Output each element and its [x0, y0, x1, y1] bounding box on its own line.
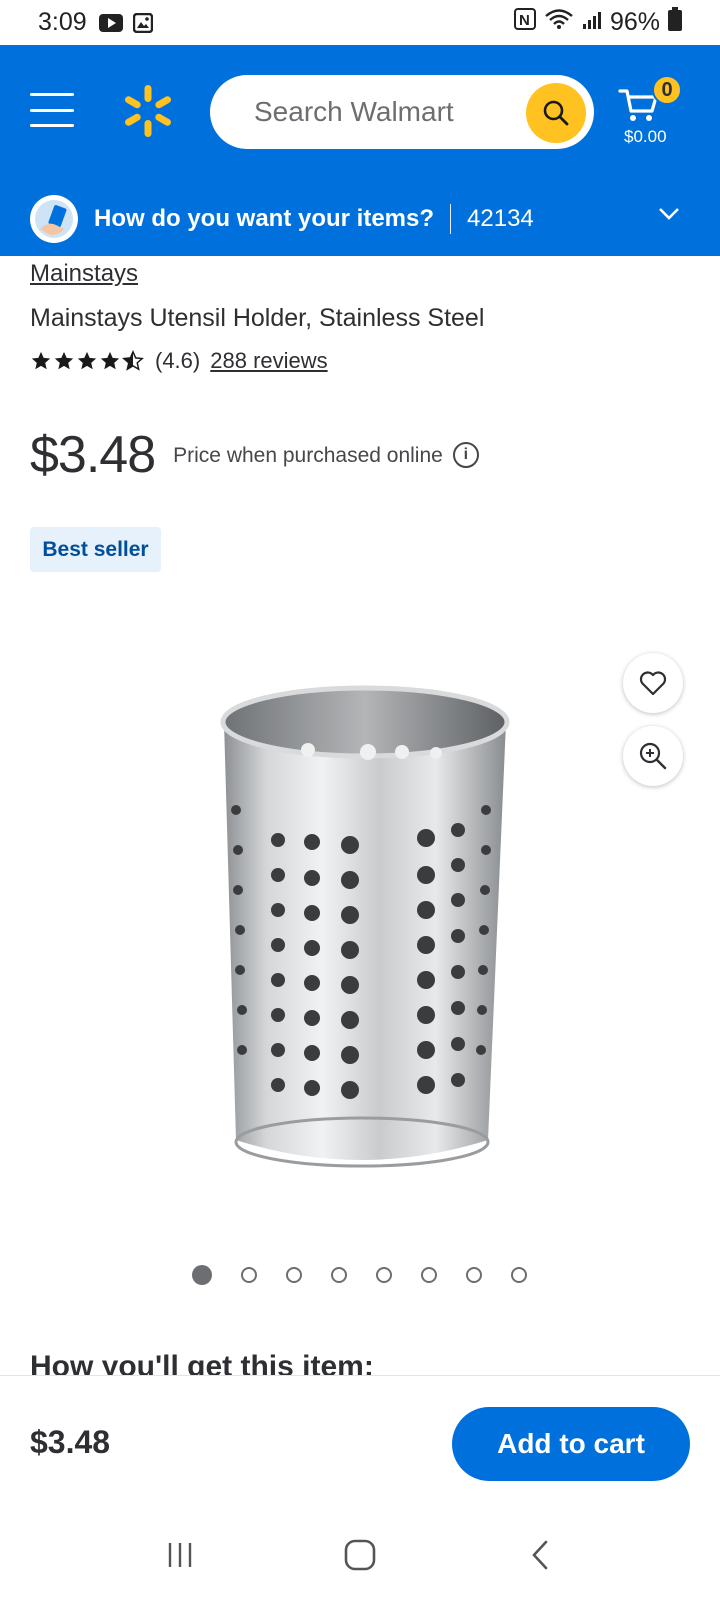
divider [450, 203, 452, 234]
image-carousel-dots [192, 1265, 556, 1285]
cart-count-badge: 0 [652, 75, 682, 105]
fulfillment-selector[interactable]: How do you want your items? 42134 [0, 181, 720, 256]
product-title: Mainstays Utensil Holder, Stainless Stee… [30, 304, 485, 332]
wifi-icon [544, 8, 574, 37]
rating-row[interactable]: (4.6) 288 reviews [30, 348, 328, 374]
fulfillment-icon [30, 194, 78, 243]
star-full-icon [77, 351, 97, 370]
walmart-spark-logo[interactable] [120, 83, 176, 139]
home-icon [344, 1539, 376, 1571]
search-icon [543, 100, 569, 126]
bottom-price: $3.48 [30, 1424, 111, 1460]
youtube-icon [98, 13, 123, 33]
zip-code: 42134 [467, 204, 534, 232]
star-half-icon [122, 350, 144, 371]
info-icon[interactable]: i [452, 442, 479, 468]
carousel-dot[interactable] [511, 1267, 527, 1283]
battery-icon [668, 7, 682, 38]
favorite-button[interactable] [623, 653, 683, 713]
product-image[interactable] [200, 680, 520, 1200]
search-bar[interactable] [210, 75, 594, 149]
heart-icon [639, 671, 667, 696]
brand-link[interactable]: Mainstays [30, 260, 138, 288]
back-icon [532, 1540, 548, 1570]
rating-value: (4.6) [155, 348, 201, 373]
battery-percent: 96% [609, 8, 660, 36]
zoom-button[interactable] [623, 726, 683, 786]
carousel-dot[interactable] [331, 1267, 347, 1283]
system-nav-bar [0, 1510, 720, 1600]
gallery-icon [131, 12, 155, 33]
star-full-icon [54, 351, 74, 370]
product-price: $3.48 [30, 426, 156, 484]
status-time: 3:09 [38, 8, 87, 36]
carousel-dot[interactable] [192, 1265, 212, 1285]
carousel-dot[interactable] [241, 1267, 257, 1283]
menu-button[interactable] [30, 93, 74, 127]
star-rating [30, 350, 145, 372]
price-note: Price when purchased online [173, 444, 443, 467]
fulfillment-question: How do you want your items? [94, 204, 435, 232]
app-header: 0 $0.00 [0, 45, 720, 181]
section-heading: How you'll get this item: [30, 1350, 374, 1376]
best-seller-badge: Best seller [30, 527, 161, 572]
star-full-icon [100, 351, 120, 370]
star-full-icon [31, 351, 51, 370]
recents-button[interactable] [150, 1525, 210, 1585]
carousel-dot[interactable] [466, 1267, 482, 1283]
status-bar: 3:09 N 96% [0, 0, 720, 45]
nfc-icon: N [513, 8, 536, 37]
search-button[interactable] [526, 83, 586, 143]
recents-icon [168, 1543, 192, 1567]
search-input[interactable] [254, 93, 514, 131]
carousel-dot[interactable] [421, 1267, 437, 1283]
signal-icon [582, 8, 602, 37]
cart-total: $0.00 [624, 127, 667, 146]
carousel-dot[interactable] [286, 1267, 302, 1283]
zoom-in-icon [639, 742, 667, 770]
svg-text:N: N [519, 12, 530, 29]
reviews-link[interactable]: 288 reviews [210, 348, 327, 374]
carousel-dot[interactable] [376, 1267, 392, 1283]
add-to-cart-button[interactable]: Add to cart [452, 1407, 690, 1481]
cart-button[interactable]: 0 $0.00 [618, 75, 688, 155]
back-button[interactable] [510, 1525, 570, 1585]
price-row: $3.48 Price when purchased online i [30, 425, 479, 485]
chevron-down-icon [659, 208, 679, 220]
home-button[interactable] [330, 1525, 390, 1585]
sticky-cart-bar: $3.48 Add to cart [0, 1375, 720, 1510]
